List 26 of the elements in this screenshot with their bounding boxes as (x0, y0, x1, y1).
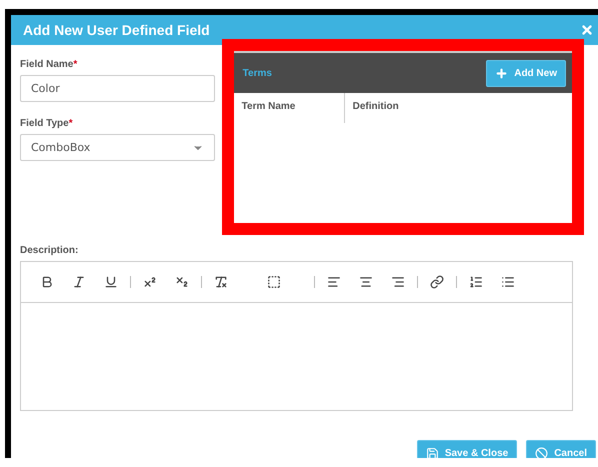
bullet-list-icon[interactable] (501, 275, 515, 289)
plus-icon (495, 66, 508, 80)
clear-format-icon[interactable] (214, 275, 228, 289)
align-left-icon[interactable] (327, 275, 341, 289)
link-icon[interactable] (430, 275, 444, 289)
column-header: Term Name (234, 93, 345, 123)
panel-title: Terms (242, 68, 272, 78)
save-close-button[interactable]: Save & Close (416, 440, 518, 458)
description-label: Description: (20, 245, 80, 256)
dialog-title: Add New User Defined Field (23, 22, 210, 38)
field-label: Field Name* (20, 59, 78, 70)
subscript-icon[interactable] (175, 275, 189, 289)
field-label: Field Type* (20, 118, 74, 129)
ordered-list-icon[interactable] (469, 275, 483, 289)
field-name-input[interactable]: Color (20, 75, 215, 102)
column-header: Definition (352, 100, 400, 114)
align-center-icon[interactable] (359, 275, 373, 289)
superscript-icon[interactable] (143, 275, 157, 289)
italic-icon[interactable] (72, 275, 86, 289)
cancel-button[interactable]: Cancel (526, 440, 596, 458)
field-type-select[interactable]: ComboBox (20, 134, 215, 161)
align-right-icon[interactable] (391, 275, 405, 289)
bold-icon[interactable] (40, 275, 54, 289)
underline-icon[interactable] (104, 275, 118, 289)
cancel-icon (535, 447, 548, 458)
add-new-button[interactable]: Add New (486, 60, 566, 86)
